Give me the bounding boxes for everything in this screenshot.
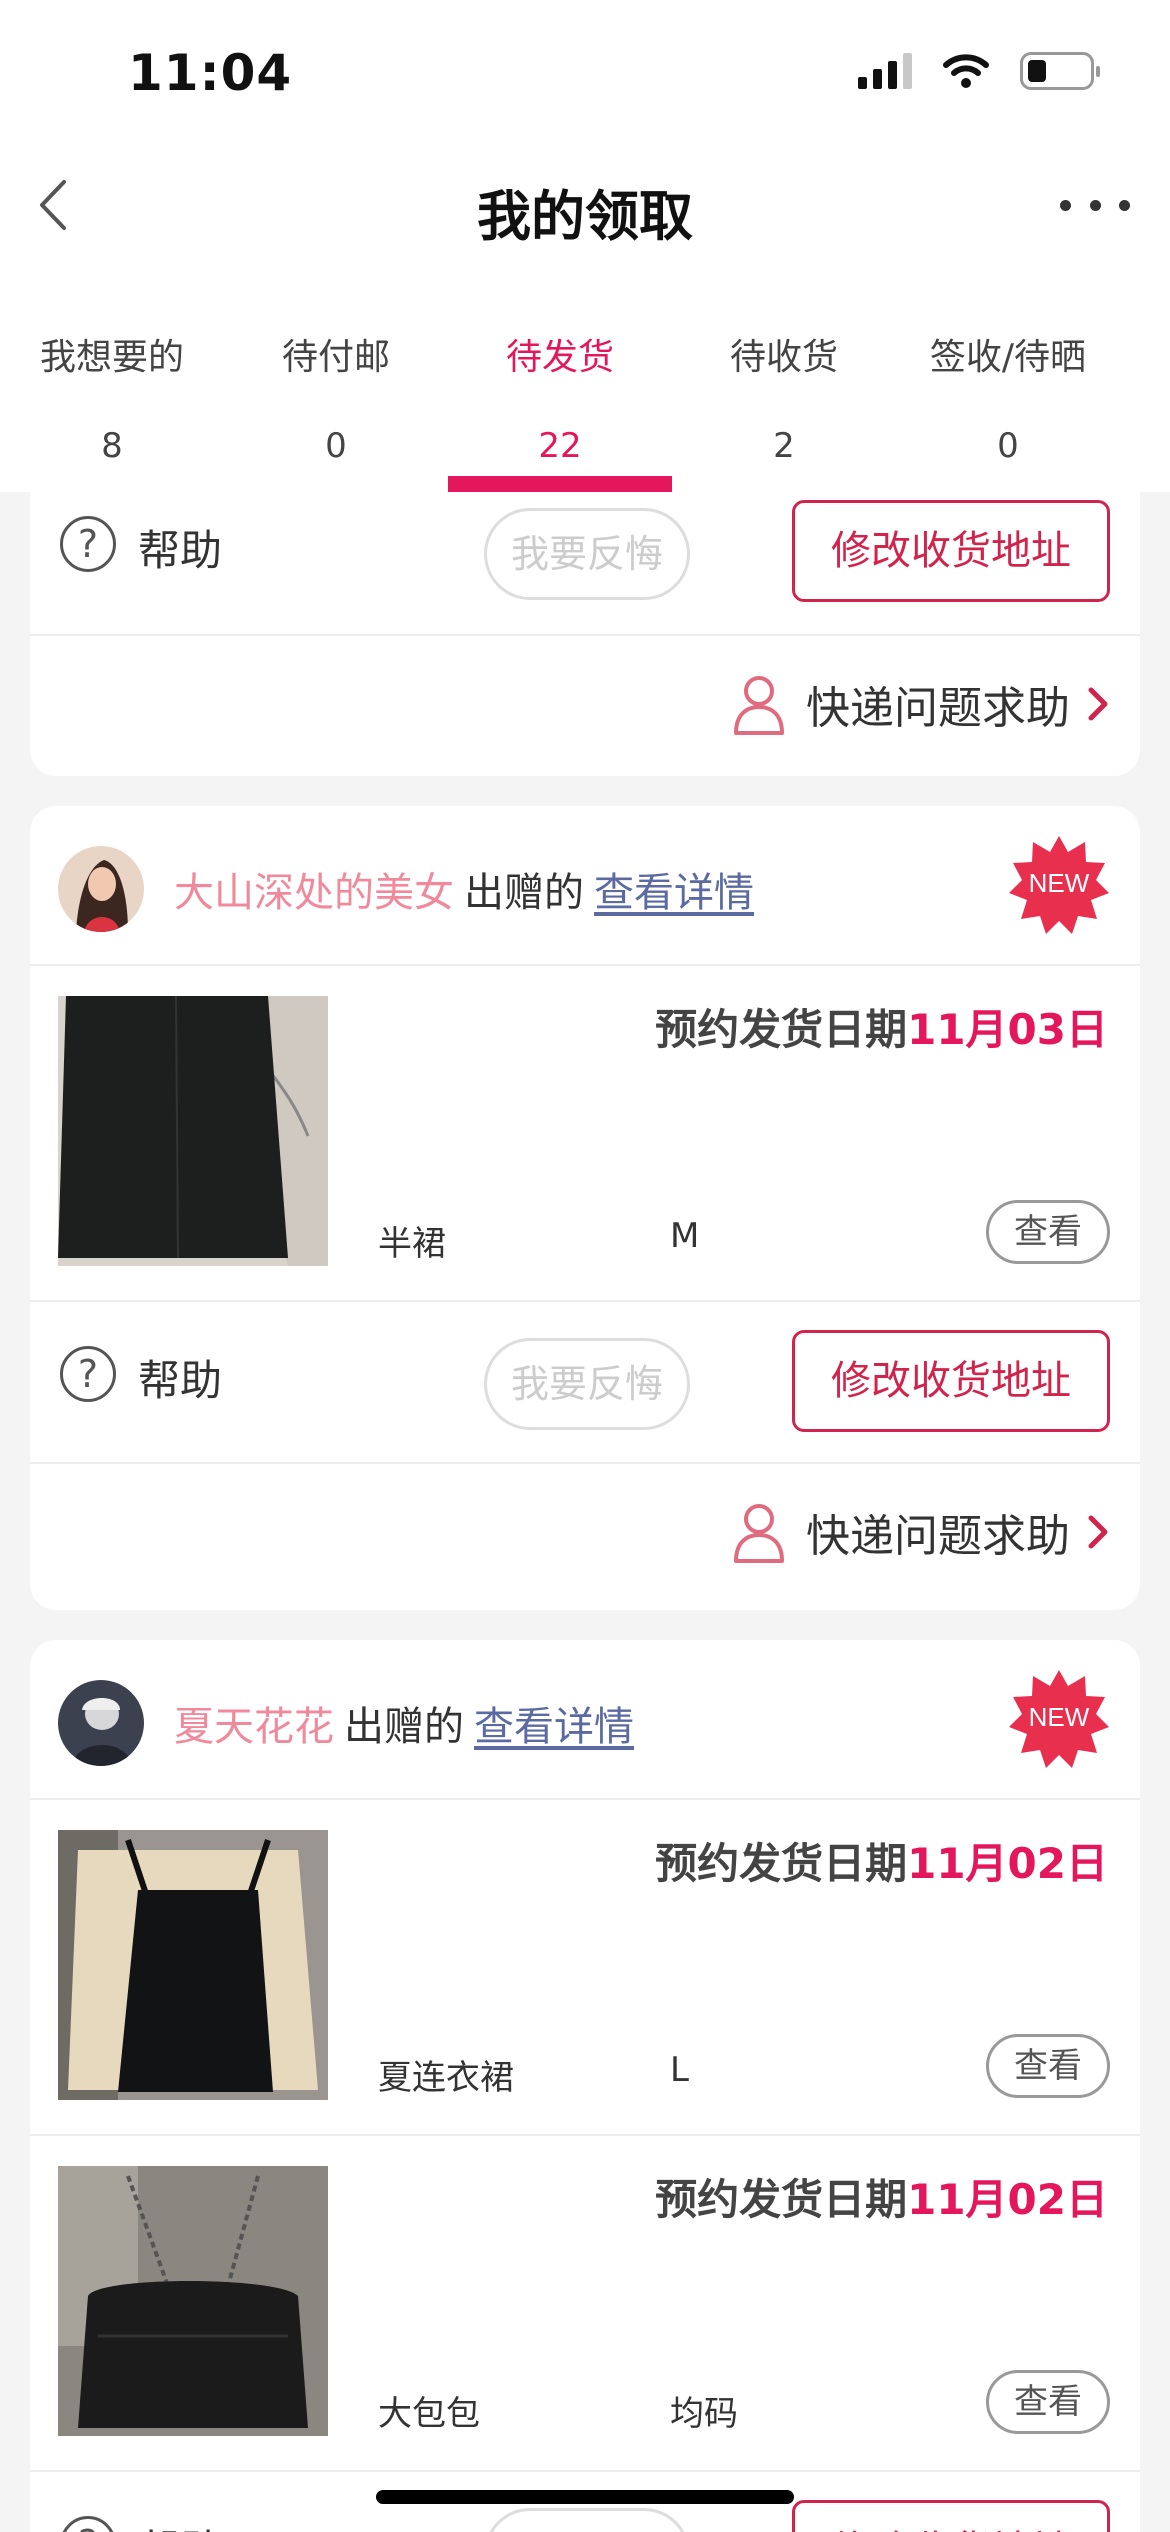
gift-text: 出赠的 xyxy=(464,870,584,916)
view-button[interactable]: 查看 xyxy=(986,2034,1110,2098)
express-help-link[interactable]: 快递问题求助 xyxy=(732,1500,1110,1564)
item-size: 均码 xyxy=(670,2394,738,2434)
item-image[interactable] xyxy=(58,2166,328,2436)
chevron-right-icon xyxy=(1088,1515,1108,1549)
help-icon[interactable]: ? xyxy=(60,516,116,572)
ship-date-info: 预约发货日期11月02日 xyxy=(655,1830,1108,1891)
ship-date-label: 预约发货日期 xyxy=(655,2175,908,2224)
seller-row: 大山深处的美女 出赠的 查看详情 NEW xyxy=(30,806,1140,964)
tab-label: 待收货 xyxy=(729,337,838,378)
home-indicator[interactable] xyxy=(376,2490,794,2504)
status-time: 11:04 xyxy=(128,44,293,102)
new-badge-icon: NEW xyxy=(1009,1670,1109,1768)
express-help-text: 快递问题求助 xyxy=(806,683,1070,734)
regret-button[interactable]: 我要反悔 xyxy=(484,1338,690,1430)
change-address-button[interactable]: 修改收货地址 xyxy=(792,500,1110,602)
order-card: 大山深处的美女 出赠的 查看详情 NEW 预约发货日期11月03日 半裙 M 查看 … xyxy=(30,806,1140,1610)
ship-date: 11月03日 xyxy=(907,1005,1108,1054)
tab-count: 22 xyxy=(538,426,582,466)
ship-date: 11月02日 xyxy=(907,2175,1108,2224)
tab-wanted[interactable]: 我想要的 8 xyxy=(0,320,224,492)
seller-row: 夏天花花 出赠的 查看详情 NEW xyxy=(30,1640,1140,1798)
express-row: 快递问题求助 xyxy=(30,1462,1140,1602)
tab-label: 签收/待晒 xyxy=(929,337,1087,378)
express-row: 快递问题求助 xyxy=(30,634,1140,774)
battery-icon xyxy=(1020,52,1100,90)
help-link[interactable]: 帮助 xyxy=(138,1347,222,1408)
view-details-link[interactable]: 查看详情 xyxy=(474,1704,634,1750)
seller-info: 大山深处的美女 出赠的 查看详情 xyxy=(174,860,754,918)
change-address-button[interactable]: 修改收货地址 xyxy=(792,1330,1110,1432)
tab-count: 8 xyxy=(101,426,123,466)
item-size: L xyxy=(670,2050,689,2090)
more-icon[interactable] xyxy=(1060,185,1130,225)
item-name: 大包包 xyxy=(378,2394,480,2434)
tab-pending-receipt[interactable]: 待收货 2 xyxy=(672,320,896,492)
seller-name[interactable]: 大山深处的美女 xyxy=(174,870,454,916)
header: 11:04 我的领取 我想要的 8 待付邮 0 待发货 22 待收货 2 签收/… xyxy=(0,0,1170,492)
view-button[interactable]: 查看 xyxy=(986,1200,1110,1264)
tab-label: 待付邮 xyxy=(281,337,390,378)
ship-date-label: 预约发货日期 xyxy=(655,1005,908,1054)
new-badge-text: NEW xyxy=(1029,868,1090,898)
item-image[interactable] xyxy=(58,996,328,1266)
tab-label: 我想要的 xyxy=(39,337,184,378)
view-details-link[interactable]: 查看详情 xyxy=(594,870,754,916)
tab-pending-postage[interactable]: 待付邮 0 xyxy=(224,320,448,492)
item-name: 夏连衣裙 xyxy=(378,2058,514,2098)
person-icon xyxy=(734,676,784,735)
wifi-icon xyxy=(943,54,989,88)
signal-icon xyxy=(858,53,912,89)
regret-button[interactable]: 我要反悔 xyxy=(484,2508,690,2532)
item-name: 半裙 xyxy=(378,1224,446,1264)
status-icons xyxy=(858,52,1100,90)
item-row: 预约发货日期11月03日 半裙 M 查看 xyxy=(30,964,1140,1300)
page-title: 我的领取 xyxy=(477,185,693,248)
express-help-text: 快递问题求助 xyxy=(806,1511,1070,1562)
seller-name[interactable]: 夏天花花 xyxy=(174,1704,334,1750)
tab-label: 待发货 xyxy=(505,337,614,378)
ship-date-info: 预约发货日期11月03日 xyxy=(655,996,1108,1057)
help-link[interactable]: 帮助 xyxy=(138,2517,222,2532)
change-address-button[interactable]: 修改收货地址 xyxy=(792,2500,1110,2532)
avatar[interactable] xyxy=(58,846,144,932)
seller-info: 夏天花花 出赠的 查看详情 xyxy=(174,1694,634,1752)
tab-pending-shipment[interactable]: 待发货 22 xyxy=(448,320,672,492)
item-row: 预约发货日期11月02日 大包包 均码 查看 xyxy=(30,2134,1140,2470)
person-icon xyxy=(734,1504,784,1563)
help-row: ? 帮助 我要反悔 修改收货地址 xyxy=(30,1300,1140,1462)
ship-date-label: 预约发货日期 xyxy=(655,1839,908,1888)
express-help-link[interactable]: 快递问题求助 xyxy=(732,672,1110,736)
ship-date-info: 预约发货日期11月02日 xyxy=(655,2166,1108,2227)
tab-count: 2 xyxy=(773,426,795,466)
item-size: M xyxy=(670,1216,700,1256)
order-card: 夏天花花出赠的查看详情 NEW 预约发货日期11月02日 夏连衣裙 L 查看 xyxy=(30,1640,1140,2532)
regret-button[interactable]: 我要反悔 xyxy=(484,508,690,600)
status-tabs: 我想要的 8 待付邮 0 待发货 22 待收货 2 签收/待晒 0 xyxy=(0,320,1170,492)
tab-count: 0 xyxy=(997,426,1019,466)
chevron-right-icon xyxy=(1088,687,1108,721)
gift-text: 出赠的 xyxy=(344,1704,464,1750)
new-badge-text: NEW xyxy=(1029,1702,1090,1732)
help-link[interactable]: 帮助 xyxy=(138,517,222,578)
tab-signed-review[interactable]: 签收/待晒 0 xyxy=(896,320,1120,492)
new-badge-icon: NEW xyxy=(1009,836,1109,934)
tab-count: 0 xyxy=(325,426,347,466)
help-icon[interactable]: ? xyxy=(60,1346,116,1402)
item-row: 预约发货日期11月02日 夏连衣裙 L 查看 xyxy=(30,1798,1140,2134)
avatar[interactable] xyxy=(58,1680,144,1766)
view-button[interactable]: 查看 xyxy=(986,2370,1110,2434)
help-icon[interactable]: ? xyxy=(60,2516,116,2532)
item-image[interactable] xyxy=(58,1830,328,2100)
ship-date: 11月02日 xyxy=(907,1839,1108,1888)
